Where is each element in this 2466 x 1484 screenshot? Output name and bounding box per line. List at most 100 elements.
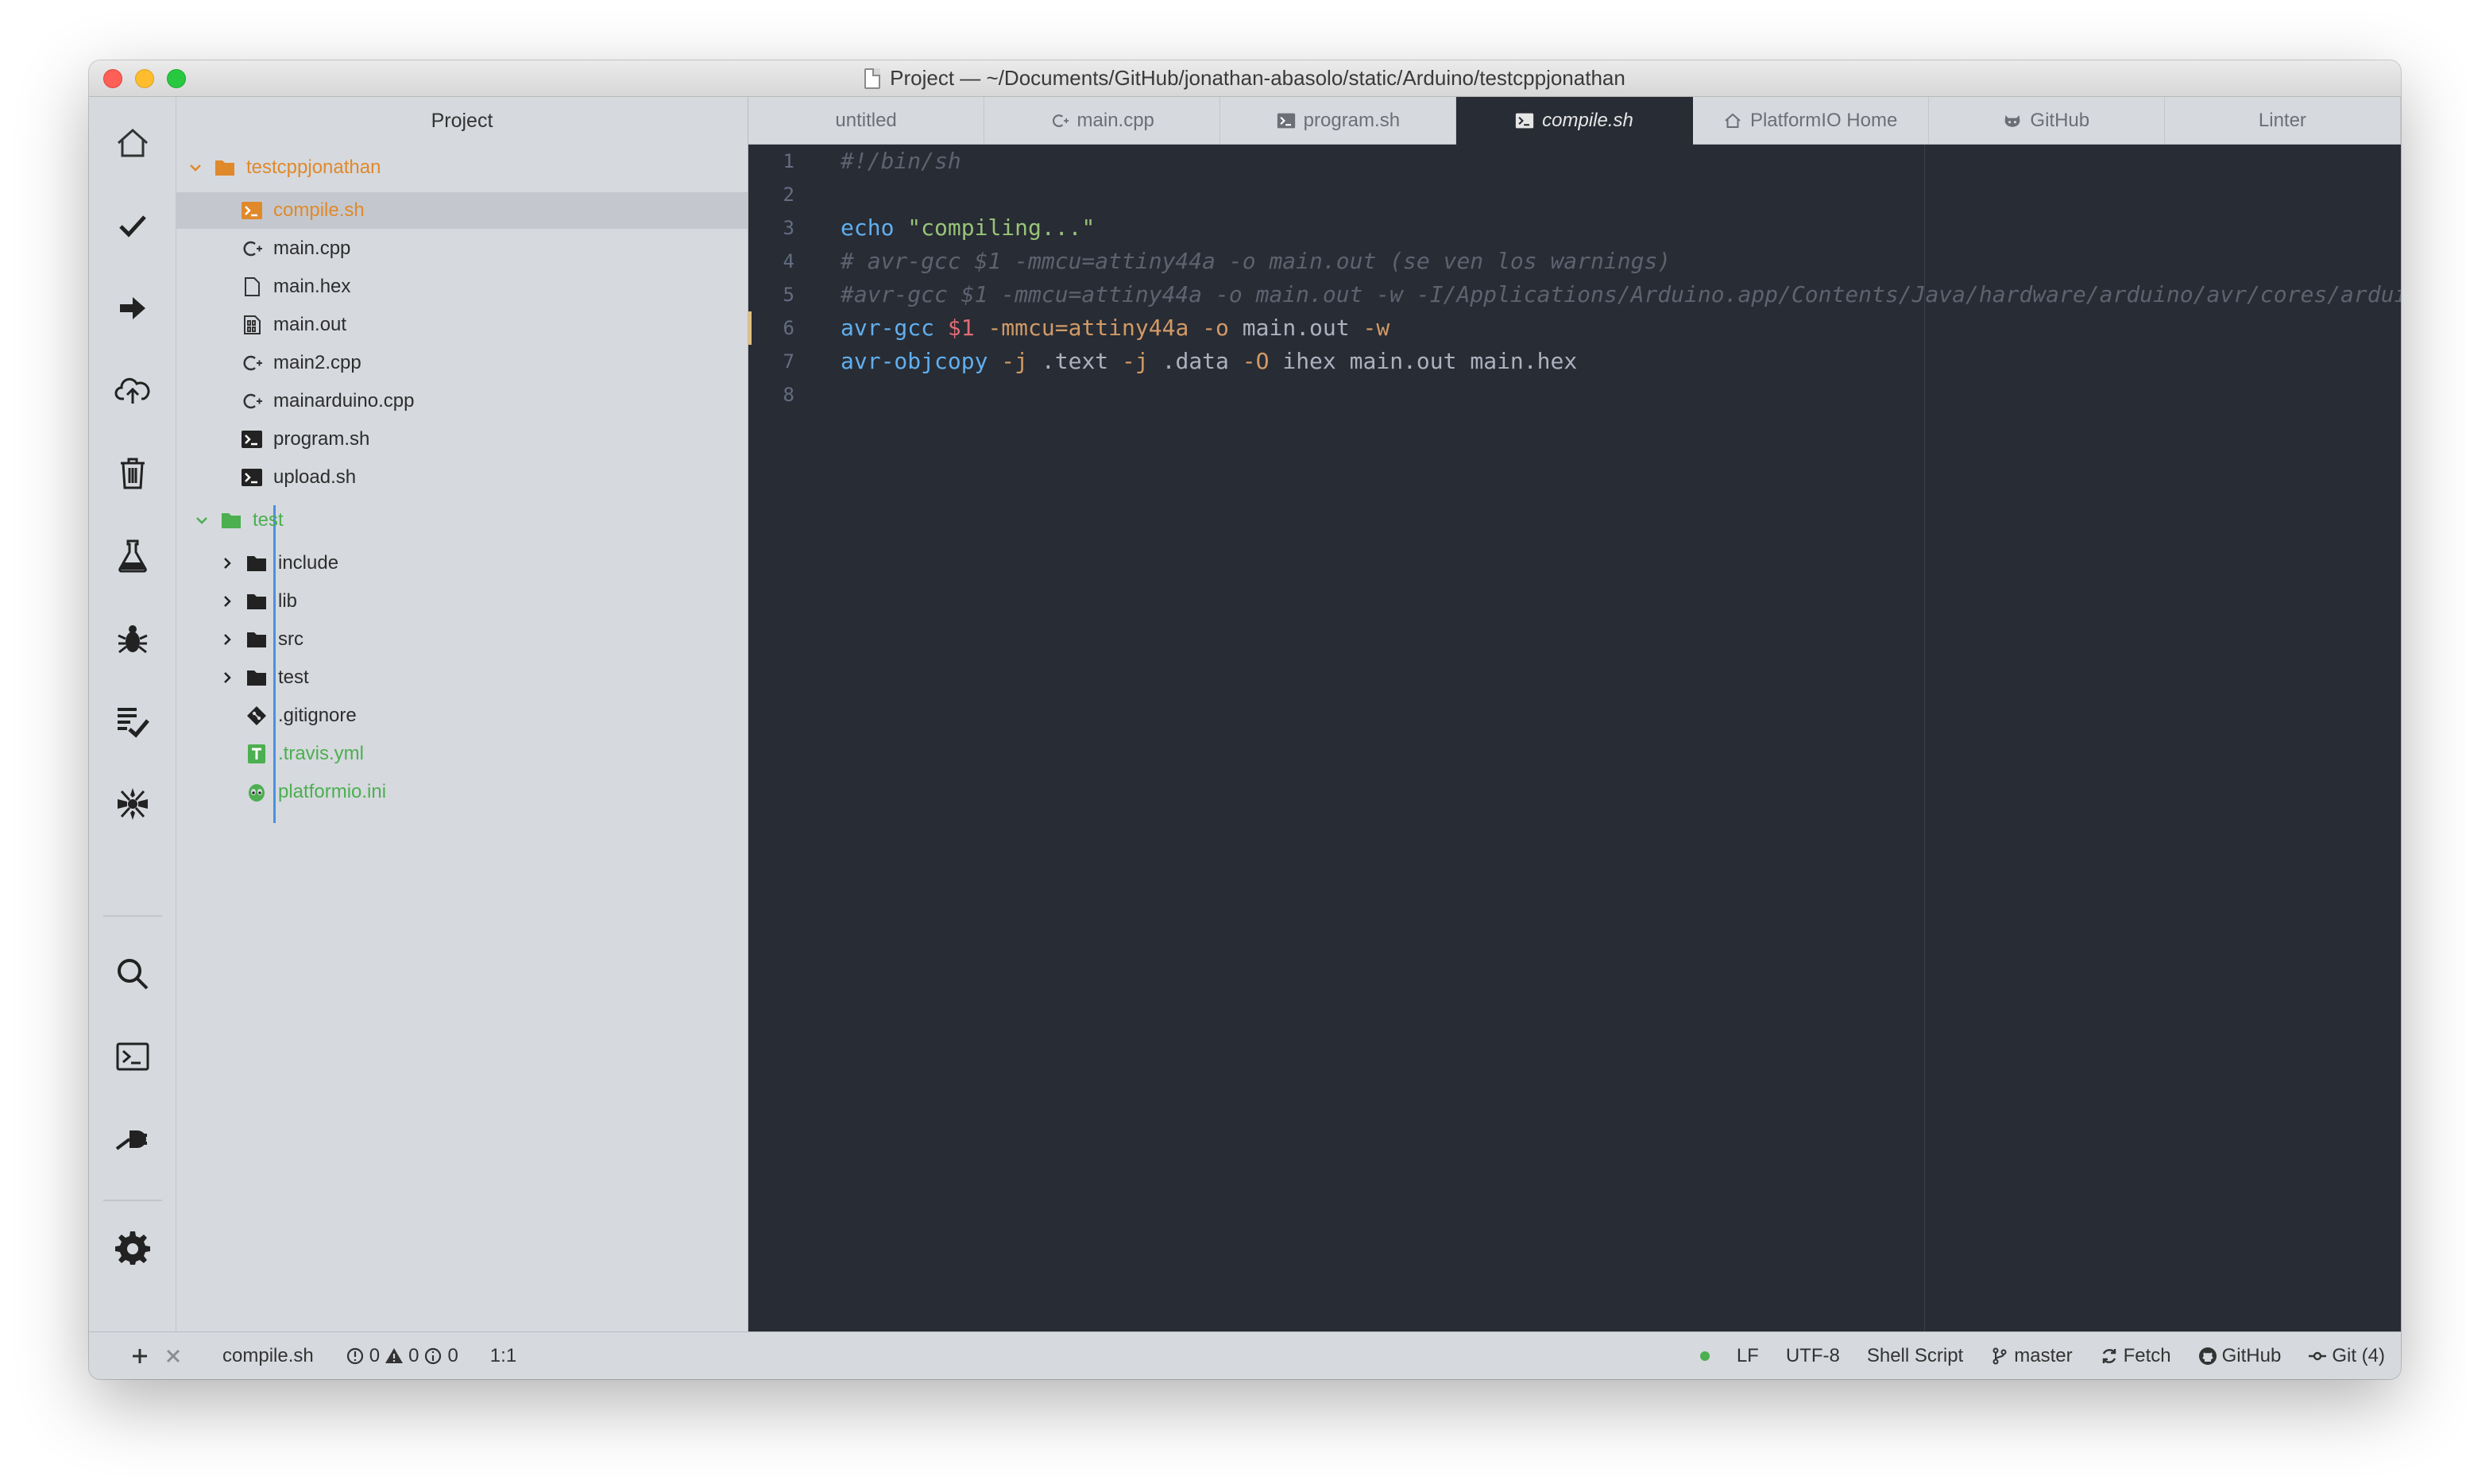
tree-file-item[interactable]: platformio.ini bbox=[176, 774, 748, 810]
tab-untitled[interactable]: untitled bbox=[748, 97, 985, 145]
plug-icon[interactable] bbox=[109, 1115, 157, 1163]
tab-github[interactable]: GitHub bbox=[1929, 97, 2165, 145]
file-label: platformio.ini bbox=[278, 781, 387, 802]
tree-file-item[interactable]: main.hex bbox=[176, 269, 748, 305]
code-token: "compiling..." bbox=[907, 214, 1096, 241]
bug-icon[interactable] bbox=[109, 615, 157, 663]
add-panel-button[interactable] bbox=[130, 1347, 149, 1366]
folder-icon bbox=[245, 628, 269, 651]
tab-linter[interactable]: Linter bbox=[2165, 97, 2401, 145]
plus-icon bbox=[133, 1349, 147, 1363]
folder-icon bbox=[245, 551, 269, 575]
trash-icon[interactable] bbox=[109, 450, 157, 497]
tree-file-item[interactable]: main.out bbox=[176, 307, 748, 343]
terminal-icon[interactable] bbox=[109, 1033, 157, 1080]
task-list-icon[interactable] bbox=[109, 698, 157, 745]
tree-view-header: Project bbox=[431, 109, 493, 132]
tab-program-sh[interactable]: program.sh bbox=[1220, 97, 1457, 145]
project-root-folder[interactable]: testcppjonathan bbox=[176, 149, 748, 186]
test-folder[interactable]: test bbox=[176, 502, 748, 539]
branch-icon bbox=[1993, 1347, 2007, 1365]
tab-bar: untitled main.cpp program.sh compile.sh … bbox=[748, 97, 2401, 145]
line-number: 1 bbox=[783, 150, 794, 172]
flask-icon[interactable] bbox=[109, 532, 157, 580]
tree-file-item[interactable]: main.cpp bbox=[176, 230, 748, 267]
maximize-window-button[interactable] bbox=[167, 69, 186, 88]
check-icon[interactable] bbox=[109, 202, 157, 249]
line-ending-selector[interactable]: LF bbox=[1737, 1345, 1759, 1367]
tree-file-item[interactable]: program.sh bbox=[176, 421, 748, 458]
home-icon bbox=[1725, 113, 1741, 128]
code-token: echo bbox=[841, 214, 895, 241]
minimize-window-button[interactable] bbox=[135, 69, 154, 88]
folder-label: test bbox=[278, 667, 309, 688]
tree-folder-item[interactable]: lib bbox=[176, 583, 748, 620]
close-panel-button[interactable] bbox=[164, 1347, 183, 1366]
tree-folder-item[interactable]: include bbox=[176, 545, 748, 582]
tree-file-item[interactable]: .gitignore bbox=[176, 698, 748, 734]
atom-window: Project — ~/Documents/GitHub/jonathan-ab… bbox=[89, 60, 2401, 1379]
error-icon bbox=[346, 1347, 363, 1365]
grammar-selector[interactable]: Shell Script bbox=[1867, 1345, 1963, 1367]
code-editor[interactable]: 1 2 3 4 5 6 7 8 #!/bin/sh echo "compilin… bbox=[748, 145, 2401, 1331]
platformio-icon[interactable] bbox=[109, 780, 157, 828]
tab-label: Linter bbox=[2258, 110, 2306, 131]
title-bar: Project — ~/Documents/GitHub/jonathan-ab… bbox=[89, 60, 2401, 97]
git-branch[interactable]: master bbox=[1990, 1345, 2073, 1367]
linter-summary[interactable]: 0 0 0 bbox=[346, 1345, 458, 1367]
git-panel-button[interactable]: Git (4) bbox=[2308, 1345, 2385, 1367]
gear-icon[interactable] bbox=[109, 1223, 157, 1271]
line-number: 2 bbox=[783, 184, 794, 206]
sync-icon bbox=[2102, 1349, 2116, 1363]
code-token: -o bbox=[1202, 315, 1229, 341]
git-commit-icon bbox=[2309, 1351, 2327, 1361]
code-token: avr-objcopy bbox=[841, 348, 988, 374]
encoding-selector[interactable]: UTF-8 bbox=[1786, 1345, 1840, 1367]
close-window-button[interactable] bbox=[103, 69, 122, 88]
tree-file-item[interactable]: mainarduino.cpp bbox=[176, 383, 748, 419]
tree-file-item[interactable]: .travis.yml bbox=[176, 736, 748, 772]
folder-label: testcppjonathan bbox=[246, 157, 381, 178]
branch-label: master bbox=[2014, 1345, 2073, 1366]
home-icon[interactable] bbox=[109, 119, 157, 167]
tree-file-item[interactable]: main2.cpp bbox=[176, 345, 748, 381]
tree-folder-item[interactable]: src bbox=[176, 621, 748, 658]
code-token: #avr-gcc $1 -mmcu=attiny44a -o main.out … bbox=[841, 281, 2401, 307]
current-file-name[interactable]: compile.sh bbox=[222, 1345, 314, 1367]
line-number: 7 bbox=[783, 350, 794, 373]
tab-compile-sh[interactable]: compile.sh bbox=[1456, 97, 1693, 145]
arrow-right-icon[interactable] bbox=[109, 284, 157, 332]
code-token: -mmcu=attiny44a bbox=[988, 315, 1189, 341]
code-line: #avr-gcc $1 -mmcu=attiny44a -o main.out … bbox=[841, 278, 2401, 311]
folder-label: test bbox=[253, 509, 284, 531]
cloud-upload-icon[interactable] bbox=[109, 367, 157, 415]
tab-platformio-home[interactable]: PlatformIO Home bbox=[1693, 97, 1929, 145]
wrap-guide bbox=[1924, 145, 1925, 1331]
cursor-position[interactable]: 1:1 bbox=[490, 1345, 516, 1367]
status-bar-left: compile.sh 0 0 0 1:1 bbox=[130, 1332, 516, 1379]
fetch-button[interactable]: Fetch bbox=[2100, 1345, 2171, 1367]
github-panel-button[interactable]: GitHub bbox=[2198, 1345, 2282, 1367]
file-label: main.out bbox=[273, 314, 347, 335]
tab-label: GitHub bbox=[2030, 110, 2090, 131]
line-number-gutter: 1 2 3 4 5 6 7 8 bbox=[748, 145, 836, 1331]
warning-icon bbox=[385, 1348, 404, 1363]
code-token: main.out bbox=[1242, 315, 1350, 341]
tab-label: main.cpp bbox=[1076, 110, 1154, 131]
tree-folder-item[interactable]: test bbox=[176, 659, 748, 696]
github-icon bbox=[2198, 1347, 2217, 1365]
line-number: 3 bbox=[783, 217, 794, 239]
cpp-file-icon bbox=[240, 389, 264, 413]
search-icon[interactable] bbox=[109, 950, 157, 998]
terminal-file-icon bbox=[1515, 113, 1534, 129]
tree-file-item[interactable]: compile.sh bbox=[176, 192, 748, 229]
tree-file-item[interactable]: upload.sh bbox=[176, 459, 748, 496]
terminal-file-icon bbox=[240, 199, 264, 222]
tab-main-cpp[interactable]: main.cpp bbox=[984, 97, 1221, 145]
github-label: GitHub bbox=[2221, 1345, 2282, 1366]
code-line: avr-gcc $1 -mmcu=attiny44a -o main.out -… bbox=[841, 311, 1390, 345]
window-title: Project — ~/Documents/GitHub/jonathan-ab… bbox=[864, 66, 1625, 91]
file-label: compile.sh bbox=[273, 199, 365, 221]
git-label: Git (4) bbox=[2332, 1345, 2385, 1366]
